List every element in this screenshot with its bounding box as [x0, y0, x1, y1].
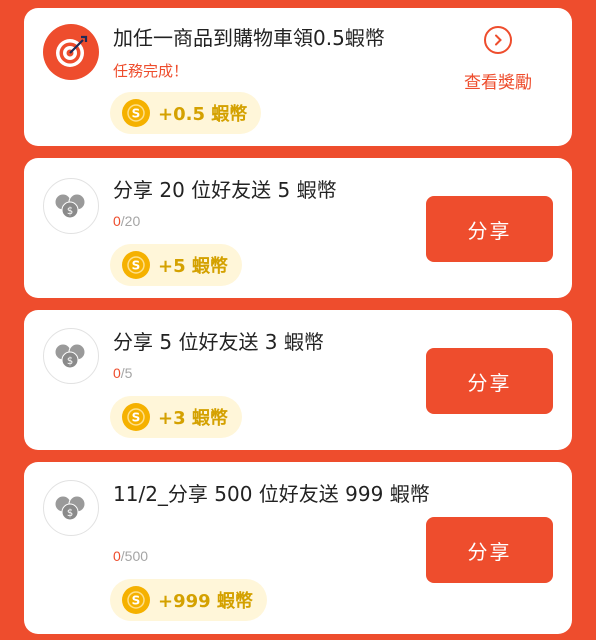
reward-pill: S +999 蝦幣 [110, 579, 267, 621]
share-button[interactable]: 分享 [426, 517, 553, 583]
coin-icon: S [122, 251, 150, 279]
task-card-share-500: $ 11/2_分享 500 位好友送 999 蝦幣 0/500 S +999 蝦… [24, 462, 572, 634]
reward-amount: +3 蝦幣 [158, 408, 228, 429]
chevron-right-icon [484, 26, 512, 54]
reward-amount: +999 蝦幣 [158, 591, 253, 612]
svg-text:S: S [132, 259, 141, 273]
task-progress: 0/500 [113, 548, 149, 564]
svg-text:S: S [132, 411, 141, 425]
reward-pill: S +0.5 蝦幣 [110, 92, 262, 134]
task-progress: 0/5 [113, 365, 133, 381]
svg-text:$: $ [67, 206, 73, 217]
task-title: 分享 20 位好友送 5 蝦幣 [113, 178, 337, 202]
coin-icon: S [122, 99, 150, 127]
coins-icon: $ [43, 328, 99, 384]
coin-icon: S [122, 403, 150, 431]
svg-text:$: $ [67, 356, 73, 367]
view-rewards-label: 查看獎勵 [464, 73, 532, 93]
task-title: 加任一商品到購物車領0.5蝦幣 [113, 26, 385, 50]
task-card-add-to-cart: 加任一商品到購物車領0.5蝦幣 任務完成！ S +0.5 蝦幣 查看獎勵 [24, 8, 572, 146]
task-progress: 0/20 [113, 213, 141, 229]
coin-icon: S [122, 586, 150, 614]
reward-pill: S +3 蝦幣 [110, 396, 242, 438]
task-status: 任務完成！ [113, 62, 189, 80]
target-icon [43, 24, 99, 80]
reward-pill: S +5 蝦幣 [110, 244, 242, 286]
coins-icon: $ [43, 480, 99, 536]
share-button[interactable]: 分享 [426, 196, 553, 262]
svg-text:S: S [132, 594, 141, 608]
view-rewards-button[interactable]: 查看獎勵 [458, 26, 538, 93]
reward-amount: +0.5 蝦幣 [158, 104, 248, 125]
task-title: 11/2_分享 500 位好友送 999 蝦幣 [113, 482, 430, 506]
svg-text:S: S [132, 107, 141, 121]
coins-icon: $ [43, 178, 99, 234]
task-title: 分享 5 位好友送 3 蝦幣 [113, 330, 324, 354]
reward-amount: +5 蝦幣 [158, 256, 228, 277]
share-button[interactable]: 分享 [426, 348, 553, 414]
task-card-share-5: $ 分享 5 位好友送 3 蝦幣 0/5 S +3 蝦幣 分享 [24, 310, 572, 450]
svg-text:$: $ [67, 508, 73, 519]
task-card-share-20: $ 分享 20 位好友送 5 蝦幣 0/20 S +5 蝦幣 分享 [24, 158, 572, 298]
